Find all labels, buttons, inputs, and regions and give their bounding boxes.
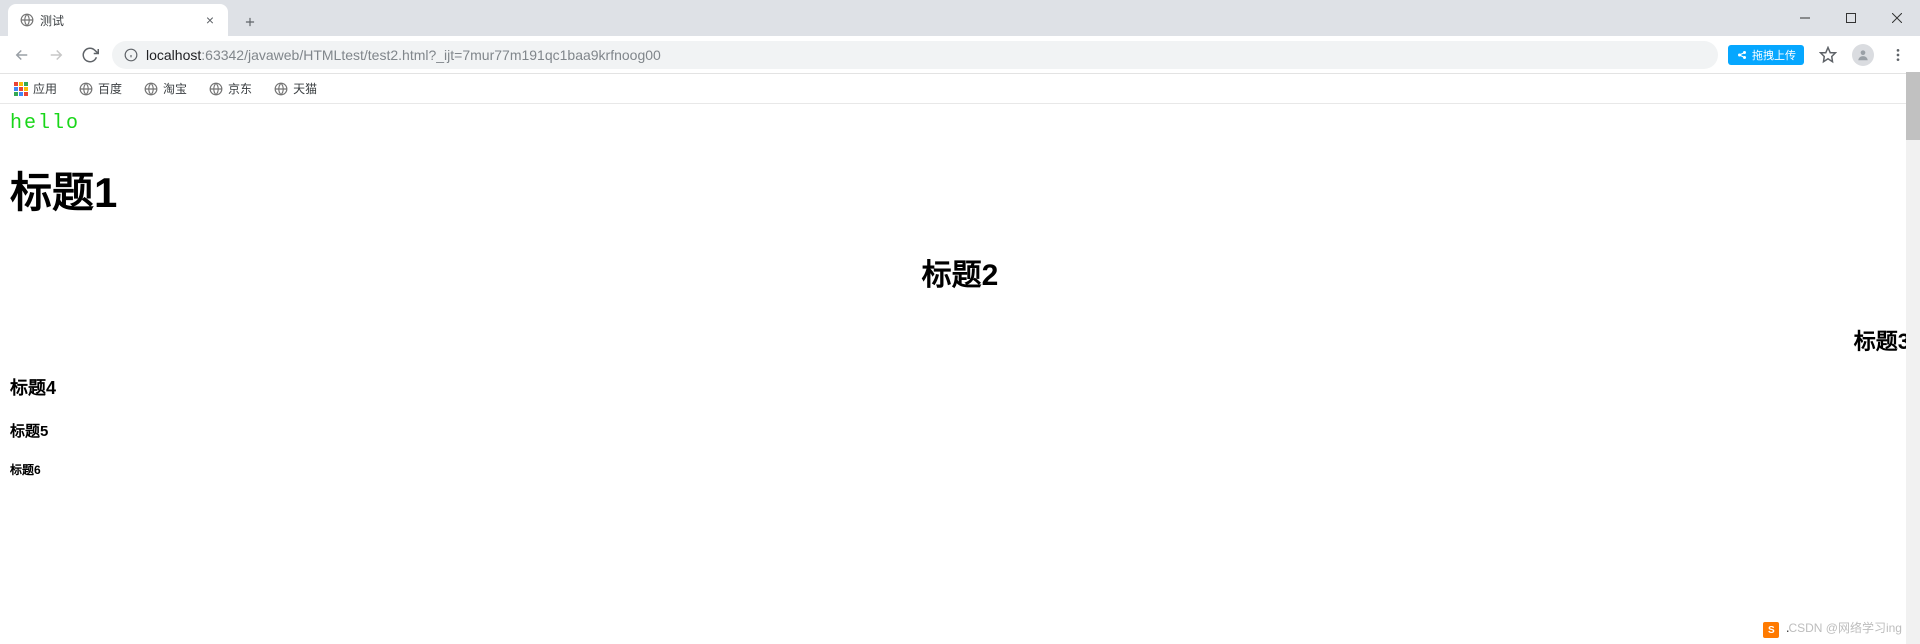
bookmark-taobao[interactable]: 淘宝	[144, 80, 187, 97]
url-text: localhost:63342/javaweb/HTMLtest/test2.h…	[146, 47, 661, 63]
bookmark-baidu[interactable]: 百度	[79, 80, 122, 97]
info-icon[interactable]	[124, 48, 138, 62]
bookmark-jd[interactable]: 京东	[209, 80, 252, 97]
tab-strip: 测试 ×	[0, 0, 1920, 36]
globe-icon	[20, 13, 34, 27]
reload-button[interactable]	[78, 43, 102, 67]
address-bar[interactable]: localhost:63342/javaweb/HTMLtest/test2.h…	[112, 41, 1718, 69]
heading-4: 标题4	[10, 374, 1910, 400]
browser-chrome: 测试 × localhost:63342/javaweb/HTMLtest/t	[0, 0, 1920, 104]
tab-title: 测试	[40, 12, 198, 29]
apps-icon	[14, 82, 28, 96]
globe-icon	[209, 82, 223, 96]
ime-indicator[interactable]: S ·	[1763, 622, 1790, 638]
star-icon[interactable]	[1816, 43, 1840, 67]
heading-1: 标题1	[10, 159, 1910, 220]
globe-icon	[274, 82, 288, 96]
hello-text: hello	[10, 112, 1910, 135]
browser-tab[interactable]: 测试 ×	[8, 4, 228, 36]
heading-2: 标题2	[10, 250, 1910, 294]
toolbar: localhost:63342/javaweb/HTMLtest/test2.h…	[0, 36, 1920, 74]
extension-badge[interactable]: 拖拽上传	[1728, 45, 1804, 65]
globe-icon	[144, 82, 158, 96]
watermark: CSDN @网络学习ing	[1788, 619, 1902, 636]
close-window-button[interactable]	[1874, 0, 1920, 36]
apps-shortcut[interactable]: 应用	[14, 80, 57, 97]
ime-badge-icon: S	[1763, 622, 1779, 638]
maximize-button[interactable]	[1828, 0, 1874, 36]
heading-3: 标题3	[10, 324, 1910, 356]
toolbar-right: 拖拽上传	[1728, 43, 1910, 67]
heading-5: 标题5	[10, 420, 1910, 441]
bookmarks-bar: 应用 百度 淘宝 京东 天猫	[0, 74, 1920, 104]
bookmark-tmall[interactable]: 天猫	[274, 80, 317, 97]
forward-button[interactable]	[44, 43, 68, 67]
menu-icon[interactable]	[1886, 43, 1910, 67]
heading-6: 标题6	[10, 461, 1910, 478]
page-content: hello 标题1 标题2 标题3 标题4 标题5 标题6	[0, 104, 1920, 508]
globe-icon	[79, 82, 93, 96]
back-button[interactable]	[10, 43, 34, 67]
profile-avatar[interactable]	[1852, 44, 1874, 66]
vertical-scrollbar[interactable]	[1906, 72, 1920, 644]
window-controls	[1782, 0, 1920, 36]
minimize-button[interactable]	[1782, 0, 1828, 36]
close-tab-icon[interactable]: ×	[204, 12, 216, 28]
scroll-thumb[interactable]	[1906, 72, 1920, 140]
new-tab-button[interactable]	[236, 8, 264, 36]
